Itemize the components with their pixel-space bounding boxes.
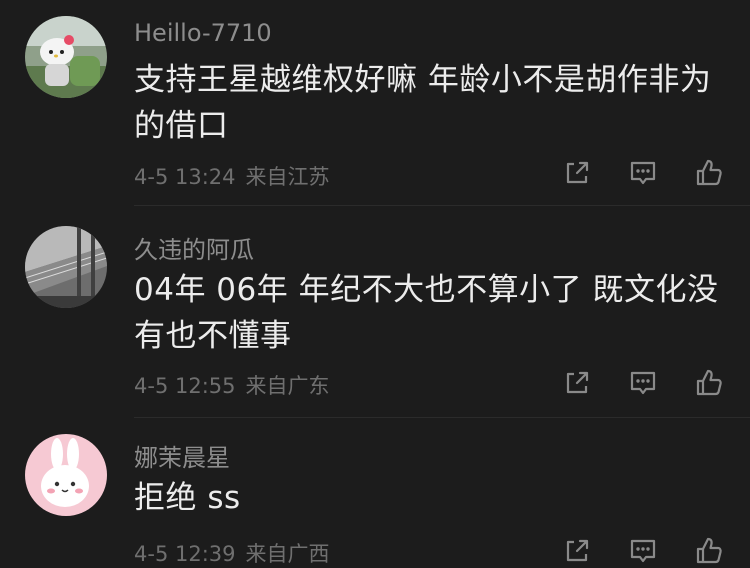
comment-meta: 4-5 12:55 来自广东 (134, 370, 330, 400)
like-button[interactable] (692, 366, 726, 400)
thumbs-up-icon (696, 369, 722, 396)
reply-button[interactable] (626, 366, 660, 400)
comment-location: 来自广西 (245, 542, 330, 566)
reply-button[interactable] (626, 534, 660, 568)
share-icon (566, 161, 589, 184)
comment-text: 04年 06年 年纪不大也不算小了 既文化没有也不懂事 (134, 272, 719, 354)
comment-date: 4-5 12:39 (134, 542, 236, 566)
share-icon (566, 539, 589, 562)
comment-icon (630, 539, 656, 563)
comment-meta: 4-5 12:39 来自广西 (134, 538, 330, 568)
comment-actions (560, 366, 730, 400)
comment-icon (630, 371, 656, 395)
username[interactable]: 久违的阿瓜 (134, 230, 254, 265)
comment-item: 久违的阿瓜 04年 06年 年纪不大也不算小了 既文化没有也不懂事 4-5 12… (0, 206, 750, 418)
comment-icon (630, 161, 656, 185)
avatar[interactable] (25, 16, 107, 98)
thumbs-up-icon (696, 537, 722, 564)
comment-date: 4-5 13:24 (134, 165, 236, 189)
comment-text: 拒绝 ss (134, 480, 241, 516)
comment-item: 娜茉晨星 拒绝 ss 4-5 12:39 来自广西 (0, 418, 750, 567)
building-photo-avatar-icon (25, 226, 107, 308)
hello-kitty-avatar-icon (25, 16, 107, 98)
comment-location: 来自广东 (245, 374, 330, 398)
comment-text: 支持王星越维权好嘛 年龄小不是胡作非为的借口 (134, 62, 712, 144)
avatar[interactable] (25, 434, 107, 516)
thumbs-up-icon (696, 159, 722, 186)
share-icon (566, 371, 589, 394)
username[interactable]: Heillo-7710 (134, 19, 272, 47)
share-button[interactable] (560, 156, 594, 190)
like-button[interactable] (692, 156, 726, 190)
comment-location: 来自江苏 (245, 165, 330, 189)
rabbit-avatar-icon (25, 434, 107, 516)
reply-button[interactable] (626, 156, 660, 190)
share-button[interactable] (560, 534, 594, 568)
avatar[interactable] (25, 226, 107, 308)
comment-date: 4-5 12:55 (134, 374, 236, 398)
like-button[interactable] (692, 534, 726, 568)
username[interactable]: 娜茉晨星 (134, 438, 230, 473)
comment-actions (560, 534, 730, 568)
share-button[interactable] (560, 366, 594, 400)
comment-actions (560, 156, 730, 190)
comment-meta: 4-5 13:24 来自江苏 (134, 161, 330, 191)
comment-item: Heillo-7710 支持王星越维权好嘛 年龄小不是胡作非为的借口 4-5 1… (0, 0, 750, 206)
